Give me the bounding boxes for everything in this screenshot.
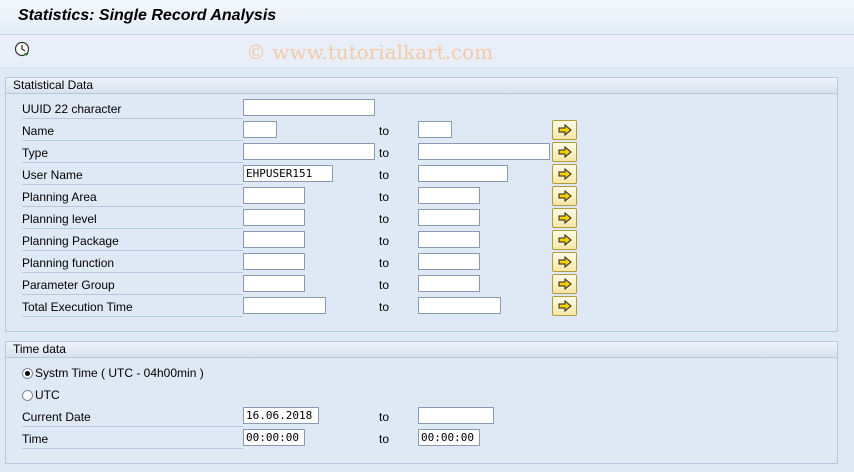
total-execution-time-to-label: to xyxy=(379,300,390,314)
planning-area-label: Planning Area xyxy=(22,188,243,207)
planning-level-to-input[interactable] xyxy=(418,209,480,226)
multiple-selection-arrow-icon xyxy=(558,278,572,290)
user-name-from-input[interactable]: EHPUSER151 xyxy=(243,165,333,182)
radio-button-selected[interactable] xyxy=(22,368,33,379)
planning-area-to-label: to xyxy=(379,190,390,204)
radio-button[interactable] xyxy=(22,390,33,401)
name-label: Name xyxy=(22,122,243,141)
planning-area-from-input[interactable] xyxy=(243,187,305,204)
name-to-input[interactable] xyxy=(418,121,452,138)
multiple-selection-arrow-icon xyxy=(558,300,572,312)
multiple-selection-arrow-icon xyxy=(558,168,572,180)
page-title: Statistics: Single Record Analysis xyxy=(18,7,277,24)
parameter-group-to-input[interactable] xyxy=(418,275,480,292)
type-multiple-selection-button[interactable] xyxy=(552,142,577,162)
multiple-selection-arrow-icon xyxy=(558,124,572,136)
name-to-label: to xyxy=(379,124,390,138)
radio-utc[interactable]: UTC xyxy=(22,386,60,404)
planning-package-from-input[interactable] xyxy=(243,231,305,248)
title-bar: Statistics: Single Record Analysis xyxy=(0,0,854,35)
planning-level-multiple-selection-button[interactable] xyxy=(552,208,577,228)
parameter-group-to-label: to xyxy=(379,278,390,292)
multiple-selection-arrow-icon xyxy=(558,212,572,224)
user-name-multiple-selection-button[interactable] xyxy=(552,164,577,184)
planning-function-to-input[interactable] xyxy=(418,253,480,270)
type-to-label: to xyxy=(379,146,390,160)
total-execution-time-from-input[interactable] xyxy=(243,297,326,314)
user-name-to-input[interactable] xyxy=(418,165,508,182)
time-label: Time xyxy=(22,430,243,449)
planning-function-label: Planning function xyxy=(22,254,243,273)
current-date-label: Current Date xyxy=(22,408,243,427)
total-execution-time-to-input[interactable] xyxy=(418,297,501,314)
user-name-to-label: to xyxy=(379,168,390,182)
watermark: © www.tutorialkart.com xyxy=(246,40,494,64)
planning-level-from-input[interactable] xyxy=(243,209,305,226)
parameter-group-label: Parameter Group xyxy=(22,276,243,295)
planning-package-label: Planning Package xyxy=(22,232,243,251)
multiple-selection-arrow-icon xyxy=(558,190,572,202)
radio-system-time-label: Systm Time ( UTC - 04h00min ) xyxy=(35,366,204,380)
current-date-to-input[interactable] xyxy=(418,407,494,424)
time-from-input[interactable]: 00:00:00 xyxy=(243,429,305,446)
parameter-group-multiple-selection-button[interactable] xyxy=(552,274,577,294)
name-multiple-selection-button[interactable] xyxy=(552,120,577,140)
planning-package-multiple-selection-button[interactable] xyxy=(552,230,577,250)
name-from-input[interactable] xyxy=(243,121,277,138)
planning-area-multiple-selection-button[interactable] xyxy=(552,186,577,206)
radio-utc-label: UTC xyxy=(35,388,60,402)
uuid-label: UUID 22 character xyxy=(22,100,243,119)
current-date-to-label: to xyxy=(379,410,390,424)
statistical-data-group: Statistical Data UUID 22 character Name … xyxy=(5,77,838,332)
statistical-data-title: Statistical Data xyxy=(6,78,837,94)
time-data-title: Time data xyxy=(6,342,837,358)
planning-function-from-input[interactable] xyxy=(243,253,305,270)
planning-function-to-label: to xyxy=(379,256,390,270)
multiple-selection-arrow-icon xyxy=(558,146,572,158)
uuid-input[interactable] xyxy=(243,99,375,116)
planning-level-to-label: to xyxy=(379,212,390,226)
time-to-label: to xyxy=(379,432,390,446)
total-execution-time-label: Total Execution Time xyxy=(22,298,243,317)
planning-package-to-label: to xyxy=(379,234,390,248)
multiple-selection-arrow-icon xyxy=(558,234,572,246)
current-date-from-input[interactable]: 16.06.2018 xyxy=(243,407,319,424)
user-name-label: User Name xyxy=(22,166,243,185)
total-execution-time-multiple-selection-button[interactable] xyxy=(552,296,577,316)
planning-area-to-input[interactable] xyxy=(418,187,480,204)
execute-clock-icon[interactable] xyxy=(14,41,30,57)
type-label: Type xyxy=(22,144,243,163)
radio-system-time[interactable]: Systm Time ( UTC - 04h00min ) xyxy=(22,364,204,382)
multiple-selection-arrow-icon xyxy=(558,256,572,268)
type-from-input[interactable] xyxy=(243,143,375,160)
planning-package-to-input[interactable] xyxy=(418,231,480,248)
planning-function-multiple-selection-button[interactable] xyxy=(552,252,577,272)
planning-level-label: Planning level xyxy=(22,210,243,229)
time-to-input[interactable]: 00:00:00 xyxy=(418,429,480,446)
parameter-group-from-input[interactable] xyxy=(243,275,305,292)
type-to-input[interactable] xyxy=(418,143,550,160)
time-data-group: Time data Systm Time ( UTC - 04h00min ) … xyxy=(5,341,838,464)
